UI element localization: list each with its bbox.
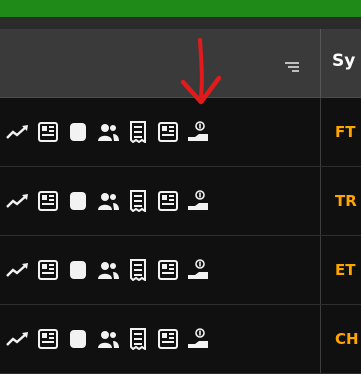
toolbar-strip	[0, 17, 361, 29]
holders-icon[interactable]	[96, 259, 120, 281]
column-divider	[320, 305, 321, 373]
database-icon[interactable]	[66, 328, 90, 350]
holders-icon[interactable]	[96, 121, 120, 143]
trend-icon[interactable]	[6, 259, 30, 281]
news-icon[interactable]	[36, 328, 60, 350]
news-icon[interactable]	[36, 121, 60, 143]
dividend-icon[interactable]	[186, 121, 210, 143]
table-row[interactable]: ET	[0, 236, 361, 305]
receipt-icon[interactable]	[126, 190, 150, 212]
report-icon[interactable]	[156, 328, 180, 350]
dividend-icon[interactable]	[186, 328, 210, 350]
receipt-icon[interactable]	[126, 328, 150, 350]
symbol-column-header[interactable]: Sy	[332, 51, 355, 71]
trend-icon[interactable]	[6, 190, 30, 212]
database-icon[interactable]	[66, 121, 90, 143]
receipt-icon[interactable]	[126, 259, 150, 281]
dividend-icon[interactable]	[186, 190, 210, 212]
symbol-cell[interactable]: TR	[335, 192, 357, 210]
report-icon[interactable]	[156, 121, 180, 143]
trend-icon[interactable]	[6, 121, 30, 143]
receipt-icon[interactable]	[126, 121, 150, 143]
symbol-cell[interactable]: ET	[335, 261, 355, 279]
database-icon[interactable]	[66, 259, 90, 281]
symbol-cell[interactable]: FT	[335, 123, 355, 141]
row-actions	[6, 259, 210, 281]
column-divider	[320, 29, 321, 97]
annotation-arrow-icon	[180, 38, 222, 105]
column-divider	[320, 236, 321, 304]
report-icon[interactable]	[156, 190, 180, 212]
symbol-cell[interactable]: CH	[335, 330, 359, 348]
database-icon[interactable]	[66, 190, 90, 212]
trend-icon[interactable]	[6, 328, 30, 350]
column-divider	[320, 98, 321, 166]
table-row[interactable]: TR	[0, 167, 361, 236]
holders-icon[interactable]	[96, 328, 120, 350]
holders-icon[interactable]	[96, 190, 120, 212]
sort-filter-icon[interactable]	[285, 62, 299, 72]
news-icon[interactable]	[36, 190, 60, 212]
news-icon[interactable]	[36, 259, 60, 281]
top-green-bar	[0, 0, 361, 17]
dividend-icon[interactable]	[186, 259, 210, 281]
row-actions	[6, 190, 210, 212]
row-actions	[6, 121, 210, 143]
row-actions	[6, 328, 210, 350]
column-divider	[320, 167, 321, 235]
report-icon[interactable]	[156, 259, 180, 281]
